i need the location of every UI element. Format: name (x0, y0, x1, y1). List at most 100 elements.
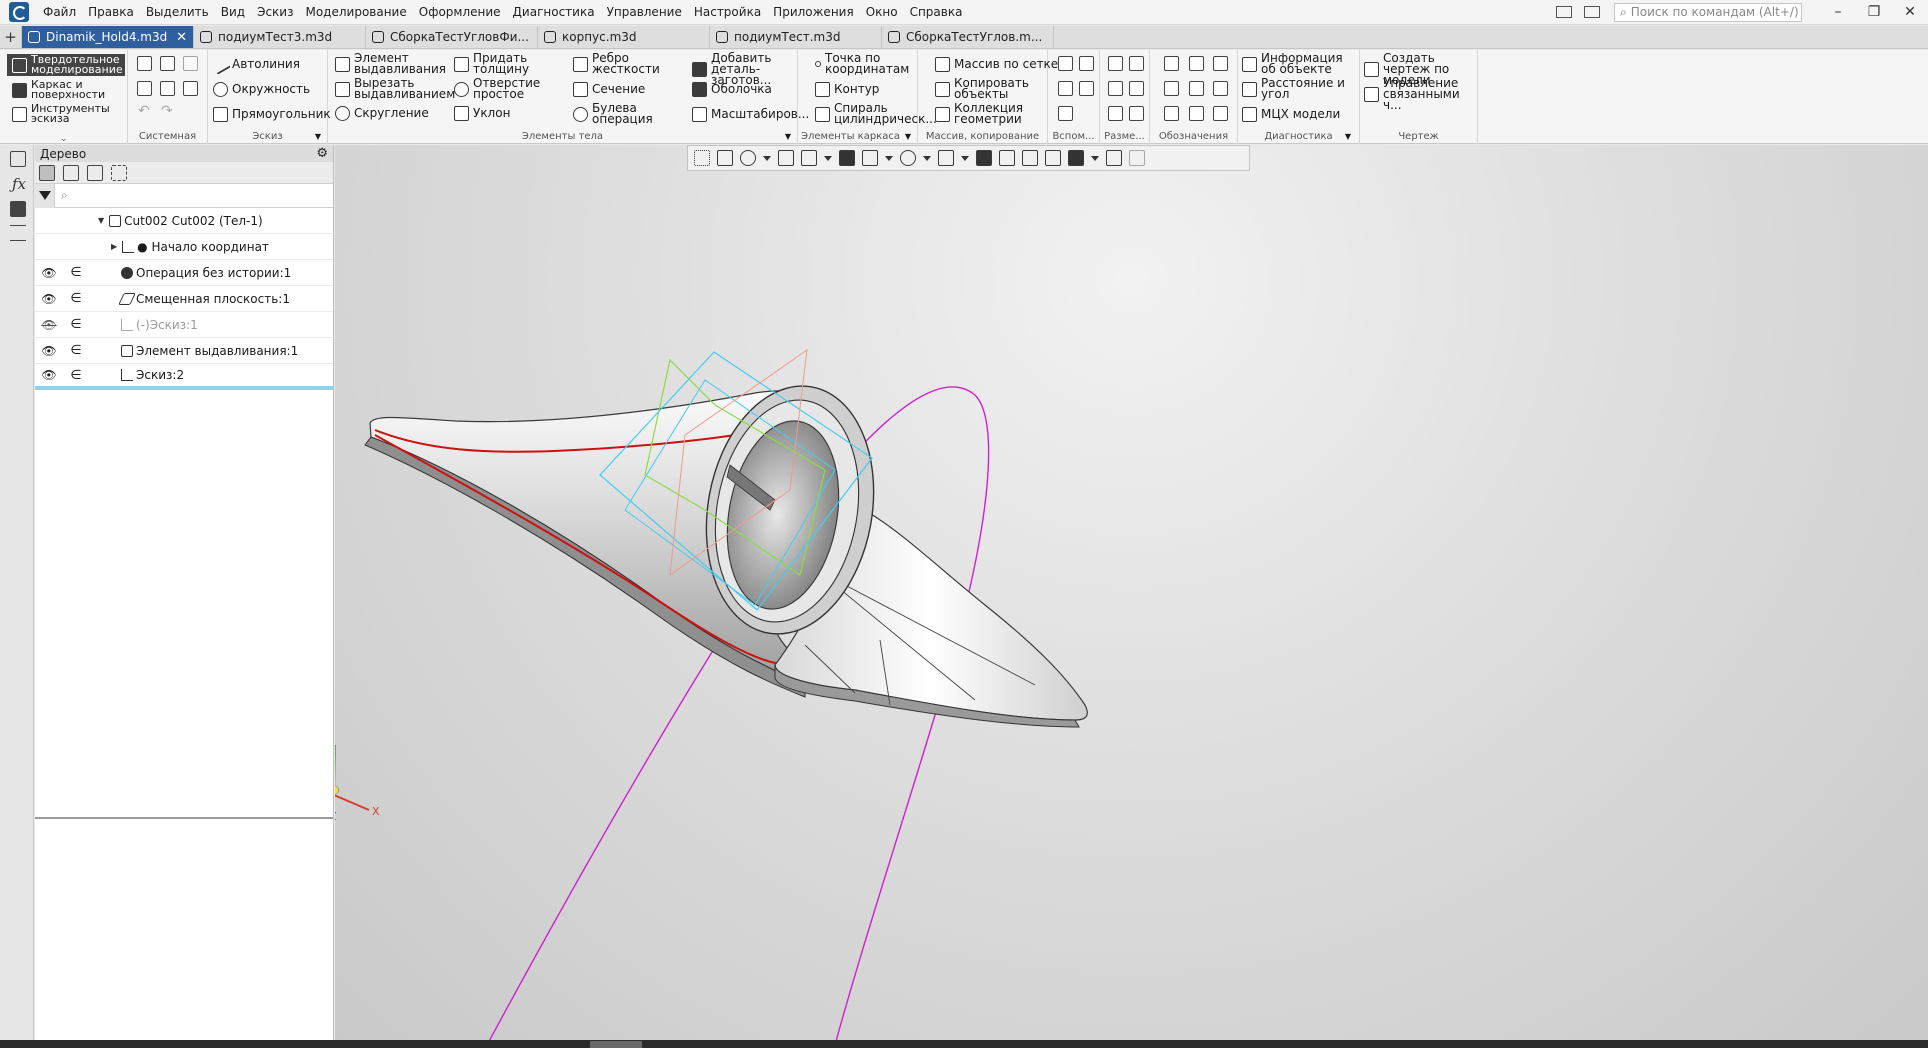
zoom-icon[interactable] (740, 150, 756, 166)
aux-point-icon[interactable] (1058, 81, 1073, 96)
section-dropdown-icon[interactable]: ▼ (315, 132, 321, 141)
camera-icon[interactable] (938, 150, 954, 166)
visibility-eye-icon[interactable]: 👁 (40, 344, 58, 358)
hide-icon[interactable] (900, 150, 916, 166)
contour-button[interactable]: Контур (815, 82, 879, 97)
thicken-button[interactable]: Придать толщину (454, 52, 537, 75)
tree-structure-icon[interactable] (39, 164, 55, 181)
section-dropdown-icon[interactable]: ▼ (785, 132, 791, 141)
simple-hole-button[interactable]: Отверстие простое (454, 77, 540, 100)
object-info-button[interactable]: Информация об объекте (1242, 52, 1357, 75)
tab-podium-test[interactable]: подиумТест.m3d (710, 26, 882, 48)
tree-search-input[interactable] (67, 184, 333, 207)
orientation-icon[interactable] (801, 150, 817, 166)
normal-view-icon[interactable] (717, 150, 733, 166)
ribbon-expand-icon[interactable]: ⌄ (60, 134, 68, 144)
base-icon[interactable] (1189, 56, 1204, 71)
menu-management[interactable]: Управление (601, 0, 688, 25)
rotate-icon[interactable] (778, 150, 794, 166)
tab-assembly-angles[interactable]: СборкаТестУглов.m... (882, 26, 1054, 48)
dim-style-icon[interactable] (1129, 106, 1144, 121)
array-grid-button[interactable]: Массив по сетке (935, 57, 1058, 72)
mode-frame-surfaces[interactable]: Каркас и поверхности (12, 79, 111, 100)
panel-splitter[interactable] (35, 817, 333, 819)
tree-selection-icon[interactable] (111, 164, 127, 181)
section-button[interactable]: Сечение (573, 82, 645, 97)
draft-button[interactable]: Уклон (454, 106, 510, 121)
cylindrical-spiral-button[interactable]: Спираль цилиндрическ... (815, 102, 937, 125)
menu-sketch[interactable]: Эскиз (251, 0, 299, 25)
wireframe-display-icon[interactable] (862, 150, 878, 166)
layers-icon[interactable] (10, 225, 26, 241)
preview-icon[interactable] (160, 81, 175, 96)
boolean-button[interactable]: Булева операция (573, 102, 653, 125)
visibility-eye-icon[interactable]: 👁 (40, 368, 58, 382)
shell-button[interactable]: Оболочка (692, 82, 772, 97)
tree-item-nohistory-op[interactable]: 👁 ∈ Операция без истории:1 (35, 260, 333, 286)
orientation-dropdown-icon[interactable] (824, 155, 832, 161)
display-dropdown-icon[interactable] (885, 155, 893, 161)
close-icon[interactable]: ✕ (1892, 0, 1928, 25)
section-dropdown-icon[interactable]: ▼ (905, 132, 911, 141)
menu-help[interactable]: Справка (904, 0, 969, 25)
tree-components-icon[interactable] (87, 164, 103, 181)
tree-item-extrude-1[interactable]: 👁 ∈ Элемент выдавливания:1 (35, 338, 333, 364)
tab-assembly-angles-fi[interactable]: СборкаТестУгловФи... (366, 26, 538, 48)
linear-dim-icon[interactable] (1108, 56, 1123, 71)
planes-icon[interactable] (1045, 150, 1061, 166)
manage-linked-drawings-button[interactable]: Управление связанными ч... (1364, 77, 1475, 111)
print-icon[interactable] (137, 81, 152, 96)
filter-dropdown-icon[interactable] (1091, 155, 1099, 161)
screenshot-icon[interactable] (1584, 6, 1600, 18)
open-folder-icon[interactable] (160, 56, 175, 71)
collapse-arrow-icon[interactable]: ▶ (111, 242, 117, 251)
leader-icon[interactable] (1164, 56, 1179, 71)
aux-plane-icon[interactable] (1058, 56, 1073, 71)
perspective-icon[interactable] (976, 150, 992, 166)
tolerance-icon[interactable] (1164, 81, 1179, 96)
mode-sketch-tools[interactable]: Инструменты эскиза (12, 103, 111, 124)
thread-icon[interactable] (1164, 106, 1179, 121)
minimize-icon[interactable]: – (1820, 0, 1856, 25)
model-tree-icon[interactable] (10, 201, 26, 217)
auto-dim-icon[interactable] (1108, 106, 1123, 121)
menu-settings[interactable]: Настройка (688, 0, 767, 25)
aux-cs-icon[interactable] (1079, 81, 1094, 96)
save-all-icon[interactable] (183, 81, 198, 96)
rectangle-button[interactable]: Прямоугольник (213, 107, 331, 122)
menu-select[interactable]: Выделить (140, 0, 215, 25)
new-document-icon[interactable] (137, 56, 152, 71)
3d-viewport[interactable]: X Y Z (335, 145, 1928, 1040)
hidden-eye-icon[interactable]: 👁 (40, 318, 58, 332)
save-icon[interactable] (183, 56, 198, 71)
layout-icon[interactable] (1556, 6, 1572, 18)
tree-item-origin[interactable]: ▶ ● Начало координат (35, 234, 333, 260)
marking-icon[interactable] (1189, 81, 1204, 96)
diameter-dim-icon[interactable] (1129, 81, 1144, 96)
command-search-input[interactable]: ⌕ Поиск по командам (Alt+/) (1614, 2, 1802, 22)
pencil-icon[interactable] (1129, 150, 1145, 166)
model-canvas[interactable] (335, 145, 1928, 1040)
menu-file[interactable]: Файл (37, 0, 82, 25)
shaded-display-icon[interactable] (839, 150, 855, 166)
autoline-button[interactable]: Автолиния (210, 54, 300, 75)
tree-settings-gear-icon[interactable]: ⚙ (316, 146, 328, 161)
copy-objects-button[interactable]: Копировать объекты (935, 77, 1034, 100)
scale-button[interactable]: Масштабиров... (692, 107, 809, 122)
undo-icon[interactable]: ↶ (138, 103, 150, 119)
restore-icon[interactable]: ❐ (1856, 0, 1892, 25)
tab-korpus[interactable]: корпус.m3d (538, 26, 710, 48)
visibility-eye-icon[interactable]: 👁 (40, 266, 58, 280)
geometry-collection-button[interactable]: Коллекция геометрии (935, 102, 1034, 125)
expand-arrow-icon[interactable]: ▼ (98, 216, 104, 225)
tree-item-sketch-2[interactable]: 👁 ∈ Эскиз:2 (35, 364, 333, 390)
tab-podium-test3[interactable]: подиумТест3.m3d (194, 26, 366, 48)
text-icon[interactable] (1189, 106, 1204, 121)
circle-button[interactable]: Окружность (213, 82, 310, 97)
tree-item-sketch-1[interactable]: 👁 ∈ (-)Эскиз:1 (35, 312, 333, 338)
zoom-dropdown-icon[interactable] (763, 155, 771, 161)
measure-icon[interactable] (1106, 150, 1122, 166)
explode-icon[interactable] (1022, 150, 1038, 166)
menu-window[interactable]: Окно (860, 0, 904, 25)
visibility-eye-icon[interactable]: 👁 (40, 292, 58, 306)
